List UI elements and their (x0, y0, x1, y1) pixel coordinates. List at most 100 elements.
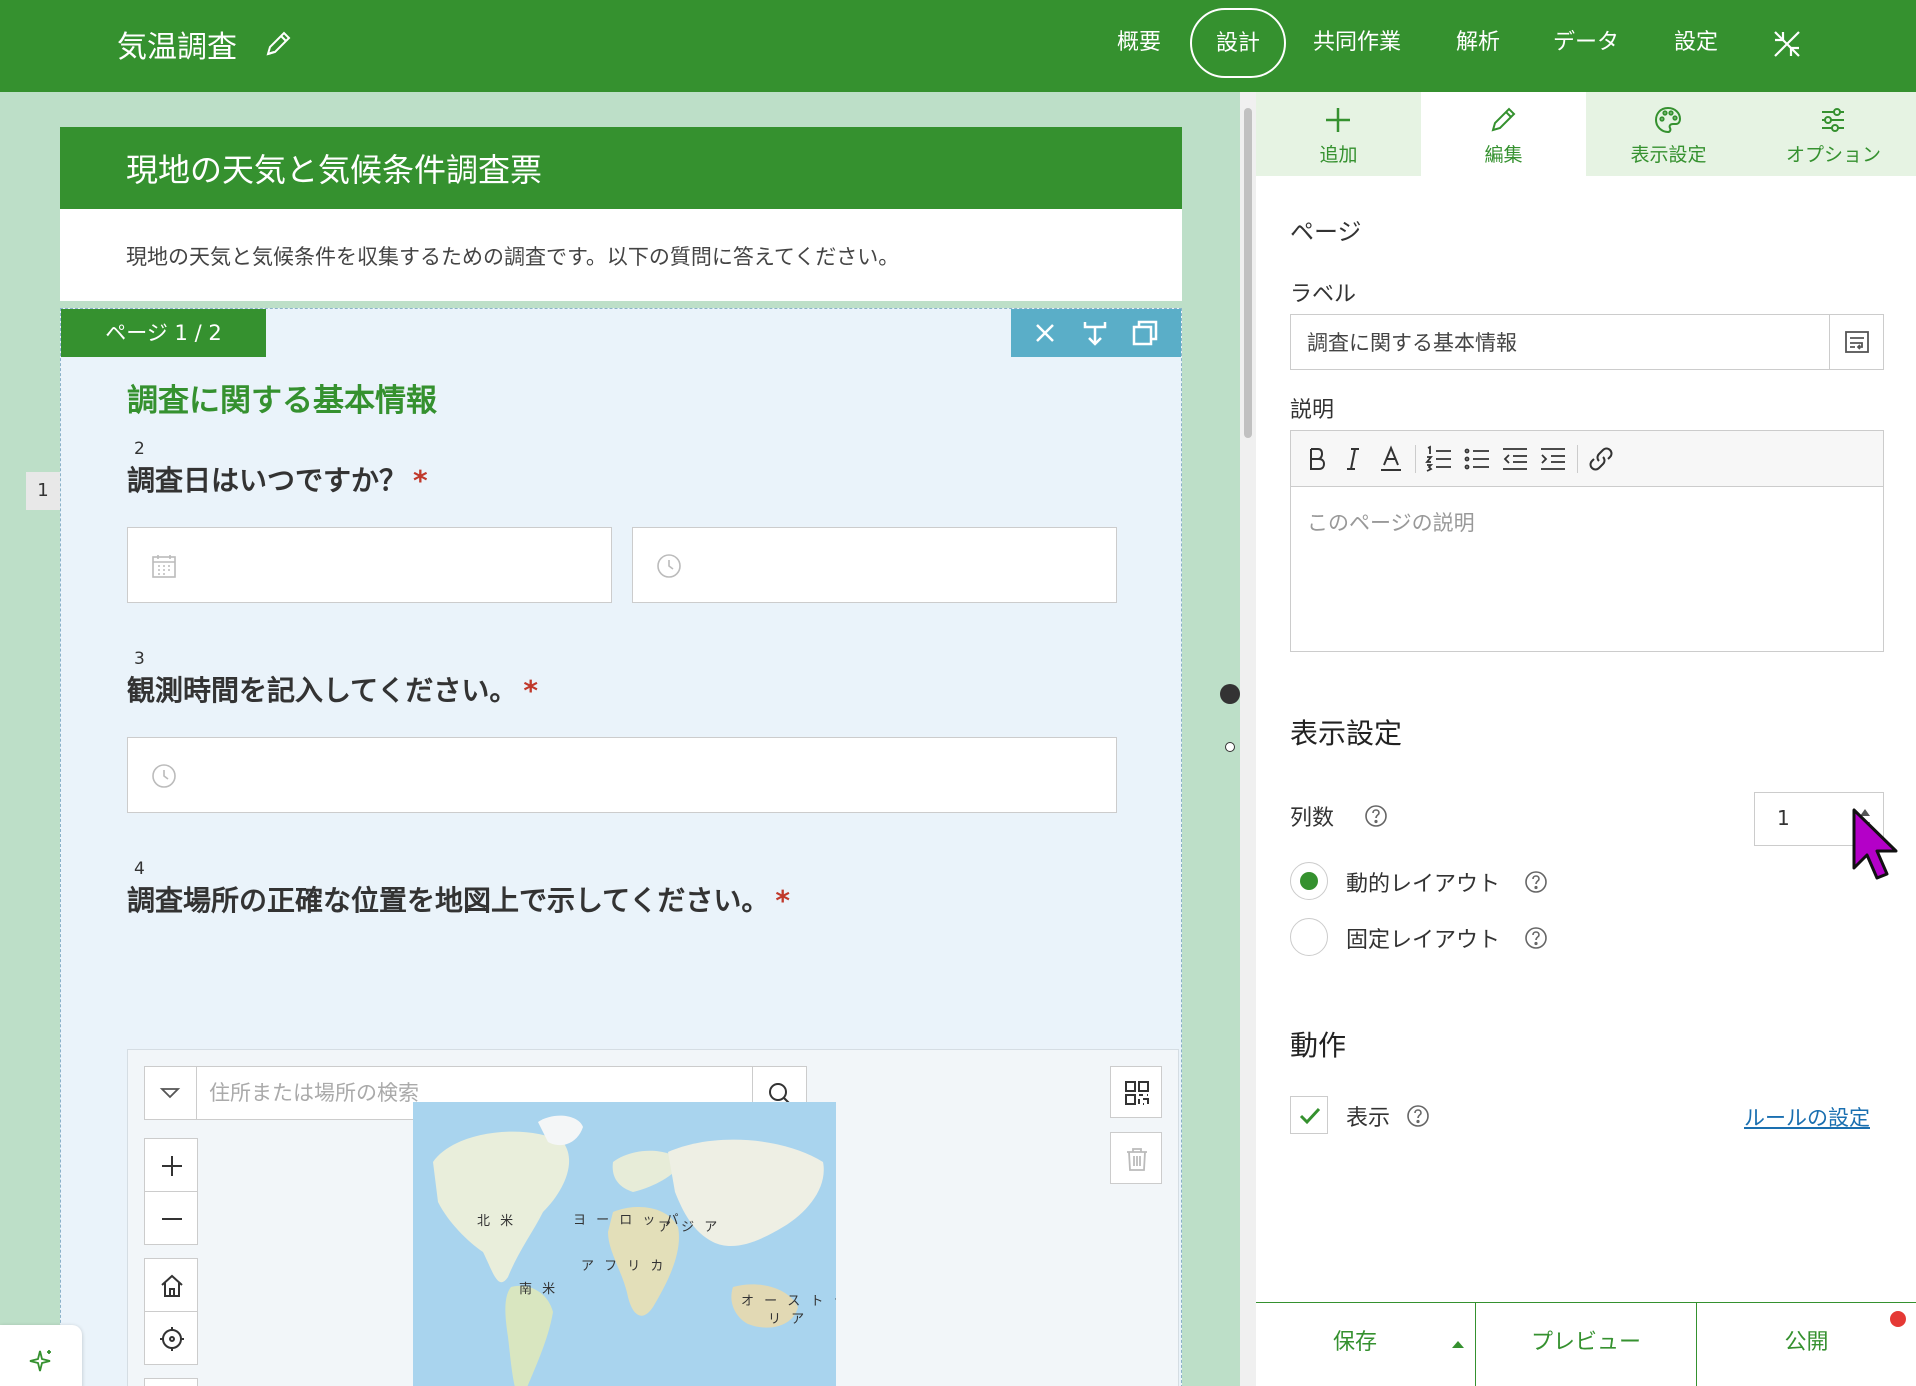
pencil-icon[interactable] (262, 28, 294, 60)
qr-code-icon (1125, 1081, 1149, 1105)
close-icon[interactable] (1029, 317, 1061, 349)
calendar-icon (152, 555, 176, 578)
question-number: 4 (134, 859, 145, 879)
resize-handle[interactable] (1220, 684, 1240, 704)
nav-settings[interactable]: 設定 (1674, 24, 1718, 56)
tab-options[interactable]: オプション (1751, 92, 1916, 176)
columns-value: 1 (1777, 806, 1790, 830)
help-icon[interactable] (1524, 870, 1548, 894)
publish-button[interactable]: 公開 (1697, 1303, 1916, 1386)
visible-label: 表示 (1346, 1106, 1391, 1131)
save-button[interactable]: 保存 (1256, 1303, 1454, 1386)
map-label: ア ジ ア (658, 1220, 721, 1235)
nav-analyze[interactable]: 解析 (1456, 24, 1500, 56)
layout-dynamic-radio[interactable] (1290, 862, 1328, 900)
plus-icon (162, 1156, 182, 1176)
map-label: 北 米 (477, 1214, 517, 1229)
tab-label: 追加 (1319, 144, 1358, 166)
description-editor[interactable]: このページの説明 (1290, 430, 1884, 652)
page-container[interactable]: ページ 1 / 2 調査に関する基本情報 2 調査日はいつですか？ * 3 観測時… (60, 308, 1182, 1386)
indent-icon[interactable] (1537, 443, 1569, 475)
clock-icon (152, 764, 176, 788)
sparkle-icon (29, 1350, 51, 1372)
question-title[interactable]: 調査日はいつですか？ * (127, 459, 428, 499)
nav-overview[interactable]: 概要 (1117, 24, 1161, 56)
label-input[interactable] (1307, 327, 1807, 357)
link-icon[interactable] (1585, 443, 1617, 475)
search-source-dropdown[interactable] (145, 1067, 197, 1119)
layout-option-label: 固定レイアウト (1346, 928, 1501, 953)
localize-button[interactable] (1829, 315, 1883, 369)
world-map[interactable]: 北 米 ヨ ー ロ ッ パ ア ジ ア ア フ リ カ 南 米 オ ー ス ト … (413, 1102, 836, 1386)
clock-icon (657, 554, 681, 578)
layout-fixed-radio[interactable] (1290, 918, 1328, 956)
text-color-icon[interactable] (1375, 443, 1407, 475)
caret-up-icon[interactable] (1451, 1339, 1465, 1349)
map-label: リ ア (768, 1312, 808, 1327)
description-heading: 説明 (1290, 398, 1335, 423)
nav-data[interactable]: データ (1553, 24, 1619, 56)
rule-settings-link[interactable]: ルールの設定 (1744, 1102, 1870, 1132)
help-icon[interactable] (1406, 1104, 1430, 1128)
question-number: 3 (134, 649, 145, 669)
tab-edit[interactable]: 編集 (1421, 92, 1586, 176)
preview-button[interactable]: プレビュー (1476, 1303, 1696, 1386)
locate-button[interactable] (144, 1311, 198, 1365)
survey-description-box[interactable]: 現地の天気と気候条件を収集するための調査です。以下の質問に答えてください。 (60, 209, 1182, 301)
mouse-cursor-icon (1852, 808, 1898, 880)
app-title: 気温調査 (117, 30, 237, 65)
map-question[interactable]: 北 米 ヨ ー ロ ッ パ ア ジ ア ア フ リ カ 南 米 オ ー ス ト … (127, 1049, 1179, 1386)
tab-label: 表示設定 (1630, 144, 1707, 166)
description-placeholder: このページの説明 (1307, 511, 1475, 535)
label-heading: ラベル (1290, 282, 1357, 307)
chevron-down-icon (159, 1088, 181, 1099)
resize-handle[interactable] (1225, 742, 1235, 752)
toolbar-separator (1415, 445, 1416, 473)
required-mark: * (413, 464, 428, 497)
collapse-icon[interactable] (1771, 28, 1803, 60)
italic-icon[interactable] (1337, 443, 1369, 475)
tab-appearance[interactable]: 表示設定 (1586, 92, 1751, 176)
home-button[interactable] (144, 1258, 198, 1312)
nav-collaborate[interactable]: 共同作業 (1313, 24, 1401, 56)
panel-tabs: 追加 編集 表示設定 オプション (1256, 92, 1916, 176)
merge-down-icon[interactable] (1079, 317, 1111, 349)
numbered-list-icon[interactable] (1423, 443, 1455, 475)
duplicate-icon[interactable] (1129, 317, 1161, 349)
ai-assistant-button[interactable] (0, 1325, 82, 1386)
notification-dot (1890, 1311, 1906, 1327)
question-title[interactable]: 調査場所の正確な位置を地図上で示してください。 * (127, 879, 790, 919)
outdent-icon[interactable] (1499, 443, 1531, 475)
fullscreen-button[interactable] (144, 1378, 198, 1386)
behavior-heading: 動作 (1290, 1029, 1347, 1062)
section-title: ページ (1290, 218, 1362, 246)
visible-checkbox[interactable] (1290, 1096, 1328, 1134)
canvas-scrollbar[interactable] (1240, 92, 1256, 1386)
survey-header[interactable]: 現地の天気と気候条件調査票 (60, 127, 1182, 209)
help-icon[interactable] (1364, 804, 1388, 828)
map-label: オ ー ス ト ラ (741, 1294, 836, 1309)
zoom-out-button[interactable] (144, 1191, 198, 1245)
home-icon (161, 1274, 183, 1297)
bold-icon[interactable] (1301, 443, 1333, 475)
delete-location-button[interactable] (1110, 1132, 1162, 1184)
observation-time-input[interactable] (127, 737, 1117, 813)
minus-icon (162, 1218, 182, 1220)
survey-description: 現地の天気と気候条件を収集するための調査です。以下の質問に答えてください。 (126, 245, 900, 269)
date-input[interactable] (127, 527, 612, 603)
qr-code-button[interactable] (1110, 1066, 1162, 1118)
bullet-list-icon[interactable] (1461, 443, 1493, 475)
columns-label: 列数 (1290, 806, 1335, 831)
tab-add[interactable]: 追加 (1256, 92, 1421, 176)
top-bar: 気温調査 概要 設計 共同作業 解析 データ 設定 (0, 0, 1916, 92)
time-input[interactable] (632, 527, 1117, 603)
nav-design[interactable]: 設計 (1190, 8, 1287, 78)
properties-panel: 追加 編集 表示設定 オプション ページ ラベル 説明 (1256, 92, 1916, 1386)
question-title[interactable]: 観測時間を記入してください。 * (127, 669, 538, 709)
zoom-in-button[interactable] (144, 1138, 198, 1192)
page-heading: 調査に関する基本情報 (127, 383, 437, 419)
question-number: 2 (134, 439, 145, 459)
scroll-thumb[interactable] (1244, 108, 1252, 438)
help-icon[interactable] (1524, 926, 1548, 950)
text-wrap-icon (1845, 331, 1869, 353)
